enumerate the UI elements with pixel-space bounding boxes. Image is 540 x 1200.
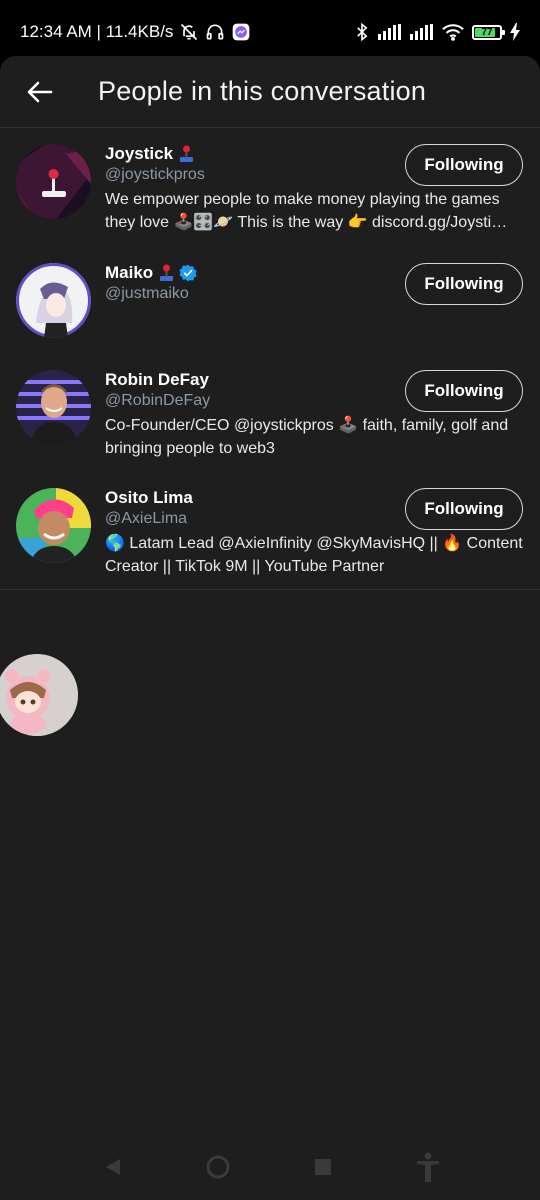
user-name: Joystick <box>105 144 174 163</box>
user-bio: We empower people to make money playing … <box>105 188 525 234</box>
bluetooth-icon <box>354 22 370 42</box>
system-nav-bar <box>0 1134 540 1200</box>
user-bio-text: We empower people to make money playing … <box>105 191 508 231</box>
user-name: Osito Lima <box>105 488 193 507</box>
nav-back-icon[interactable] <box>93 1147 133 1187</box>
status-bar: 12:34 AM | 11.4KB/s 77 <box>0 0 540 64</box>
user-row-robin[interactable]: Robin DeFay @RobinDeFay Co-Founder/CEO @… <box>0 354 540 472</box>
signal-icon-2 <box>410 24 434 40</box>
avatar[interactable] <box>16 144 91 219</box>
user-row-joystick[interactable]: Joystick @joystickpros We empower people… <box>0 128 540 247</box>
bell-off-icon <box>179 22 199 42</box>
following-button[interactable]: Following <box>405 263 523 305</box>
user-name: Maiko <box>105 263 154 282</box>
joystick-emoji-icon <box>180 145 194 162</box>
user-row-osito[interactable]: Osito Lima @AxieLima 🌎 Latam Lead @AxieI… <box>0 472 540 589</box>
battery-level: 77 <box>481 26 493 38</box>
messenger-icon <box>231 22 251 42</box>
accessibility-icon[interactable] <box>408 1147 448 1187</box>
back-arrow-icon <box>27 81 53 102</box>
page-title: People in this conversation <box>98 76 427 106</box>
avatar[interactable] <box>16 263 91 338</box>
user-row-maiko[interactable]: Maiko @justmaiko Following <box>0 247 540 354</box>
following-button[interactable]: Following <box>405 144 523 186</box>
nav-recents-icon[interactable] <box>303 1147 343 1187</box>
avatar[interactable] <box>16 370 91 445</box>
signal-icon <box>378 24 402 40</box>
wifi-icon <box>442 23 464 41</box>
headset-icon <box>205 22 225 42</box>
back-button[interactable] <box>20 72 60 112</box>
user-bio: Co-Founder/CEO @joystickpros 🕹️ faith, f… <box>105 417 509 457</box>
nav-home-icon[interactable] <box>198 1147 238 1187</box>
list-divider <box>0 589 540 590</box>
battery-icon: 77 <box>472 24 505 40</box>
following-button[interactable]: Following <box>405 370 523 412</box>
charging-icon <box>510 23 520 41</box>
header: People in this conversation <box>0 56 540 128</box>
people-sheet: People in this conversation Joystick @jo… <box>0 56 540 1200</box>
following-button[interactable]: Following <box>405 488 523 530</box>
status-time: 12:34 AM | 11.4KB/s <box>20 22 174 41</box>
user-bio: 🌎 Latam Lead @AxieInfinity @SkyMavisHQ |… <box>105 535 523 575</box>
avatar[interactable] <box>16 488 91 563</box>
people-list: Joystick @joystickpros We empower people… <box>0 128 540 590</box>
joystick-emoji-icon <box>160 264 174 281</box>
verified-icon <box>179 264 197 282</box>
user-name: Robin DeFay <box>105 370 209 389</box>
